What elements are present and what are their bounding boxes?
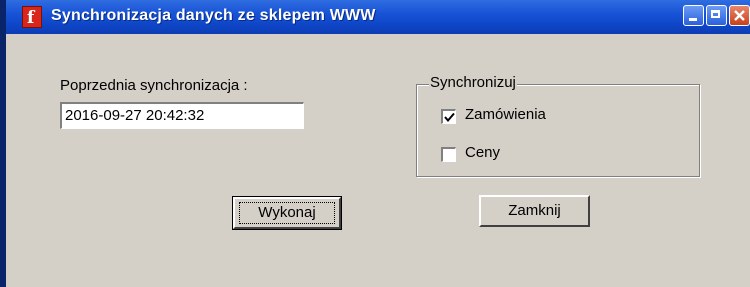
last-sync-field[interactable]: 2016-09-27 20:42:32 (60, 102, 304, 129)
maximize-icon[interactable] (706, 5, 727, 26)
checkmark-icon (444, 112, 455, 123)
prices-checkbox-label[interactable]: Ceny (465, 144, 500, 161)
close-button[interactable]: Zamknij (479, 195, 590, 227)
close-icon[interactable] (729, 5, 750, 26)
sync-groupbox-legend: Synchronizuj (429, 74, 517, 91)
execute-button[interactable]: Wykonaj (232, 196, 342, 230)
last-sync-label: Poprzednia synchronizacja : (60, 77, 248, 94)
minimize-icon[interactable] (683, 5, 704, 26)
sync-dialog-window: f Synchronizacja danych ze sklepem WWW P… (0, 0, 750, 287)
orders-checkbox[interactable] (441, 109, 456, 124)
window-title: Synchronizacja danych ze sklepem WWW (51, 7, 376, 24)
app-icon[interactable]: f (22, 6, 42, 28)
execute-button-label: Wykonaj (258, 204, 316, 221)
title-bar[interactable]: f Synchronizacja danych ze sklepem WWW (6, 0, 750, 34)
sync-groupbox (416, 84, 700, 177)
app-icon-glyph: f (27, 8, 35, 28)
close-button-label: Zamknij (508, 202, 561, 219)
orders-checkbox-label[interactable]: Zamówienia (465, 106, 546, 123)
prices-checkbox[interactable] (441, 147, 456, 162)
